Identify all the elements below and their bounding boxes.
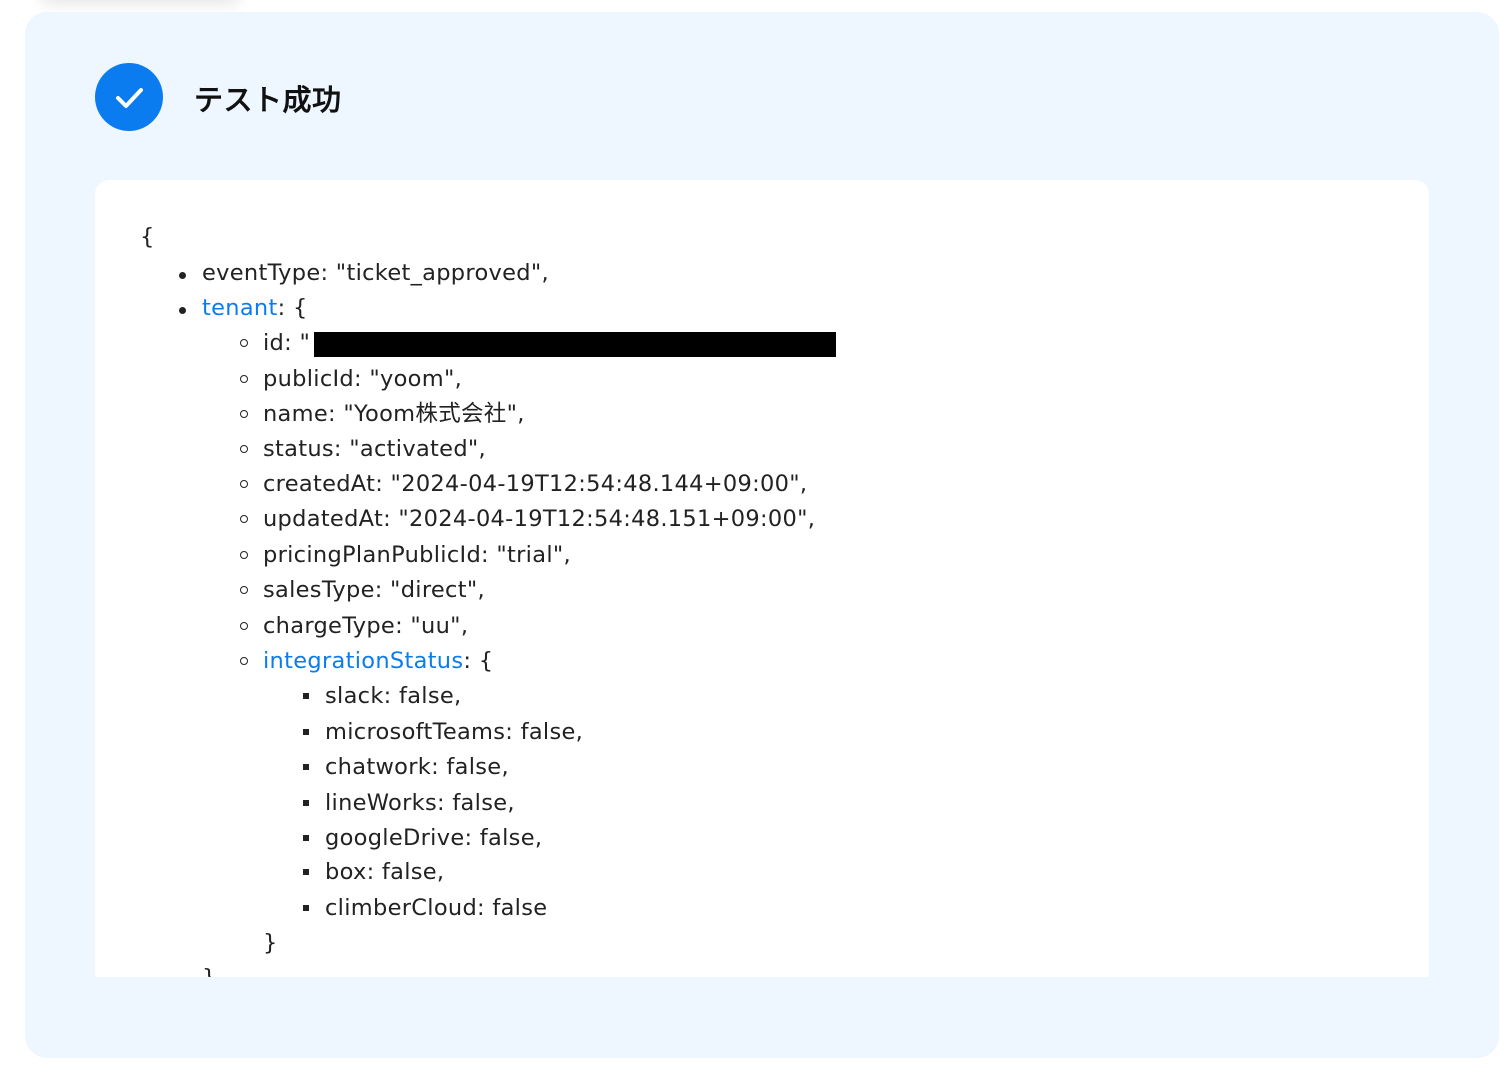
integration-item-microsoft-teams: microsoftTeams: false, xyxy=(325,719,584,745)
bullet-disc xyxy=(179,307,186,314)
field-charge-type: chargeType: "uu", xyxy=(263,613,469,639)
json-result-box: { eventType: "ticket_approved", tenant: … xyxy=(95,180,1429,977)
field-event-type: eventType: "ticket_approved", xyxy=(202,258,549,288)
integration-item-slack: slack: false, xyxy=(325,683,462,709)
test-result-panel: テスト成功 { eventType: "ticket_approved", te… xyxy=(25,12,1499,1058)
bullet-circle xyxy=(240,375,248,383)
bullet-square xyxy=(303,835,309,841)
check-icon-glyph xyxy=(116,88,143,108)
integration-item-box: box: false, xyxy=(325,859,445,885)
status-title: テスト成功 xyxy=(194,83,342,117)
bullet-square xyxy=(303,764,309,770)
integration-status-toggle-link[interactable]: integrationStatus xyxy=(263,648,463,674)
field-updated-at: updatedAt: "2024-04-19T12:54:48.151+09:0… xyxy=(263,506,816,532)
integration-item-climber-cloud: climberCloud: false xyxy=(325,895,548,921)
field-tenant: tenant: { xyxy=(202,293,308,323)
check-icon xyxy=(95,63,163,131)
field-sales-type: salesType: "direct", xyxy=(263,577,485,603)
integration-item-chatwork: chatwork: false, xyxy=(325,754,509,780)
field-value: : "ticket_approved", xyxy=(320,260,549,286)
field-public-id: publicId: "yoom", xyxy=(263,366,463,392)
bullet-circle xyxy=(240,657,248,665)
bullet-circle xyxy=(240,480,248,488)
json-open-brace: { xyxy=(140,224,155,250)
integration-item-line-works: lineWorks: false, xyxy=(325,790,515,816)
field-status: status: "activated", xyxy=(263,436,487,462)
integration-status-open-brace: : { xyxy=(463,648,494,674)
field-pricing-plan-public-id: pricingPlanPublicId: "trial", xyxy=(263,542,571,568)
bullet-square xyxy=(303,729,309,735)
bullet-square xyxy=(303,693,309,699)
bullet-square xyxy=(303,869,309,875)
tenant-close-brace: }, xyxy=(202,963,224,977)
bullet-circle xyxy=(240,515,248,523)
redaction-bar xyxy=(314,332,836,357)
integration-status-close-brace: } xyxy=(263,930,278,956)
tenant-open-brace: : { xyxy=(277,295,308,321)
field-id-key: id: " xyxy=(263,330,311,356)
bullet-circle xyxy=(240,339,248,347)
bullet-circle xyxy=(240,410,248,418)
bullet-square xyxy=(303,800,309,806)
bullet-circle xyxy=(240,622,248,630)
bullet-circle xyxy=(240,551,248,559)
tenant-toggle-link[interactable]: tenant xyxy=(202,295,278,321)
bullet-square xyxy=(303,905,309,911)
field-integration-status: integrationStatus: { xyxy=(263,646,493,676)
bullet-circle xyxy=(240,586,248,594)
field-created-at: createdAt: "2024-04-19T12:54:48.144+09:0… xyxy=(263,471,808,497)
field-name: name: "Yoom株式会社", xyxy=(263,401,525,427)
field-id: id: " xyxy=(263,328,310,358)
bullet-disc xyxy=(179,272,186,279)
field-key: eventType xyxy=(202,260,321,286)
integration-item-google-drive: googleDrive: false, xyxy=(325,825,543,851)
bullet-circle xyxy=(240,445,248,453)
